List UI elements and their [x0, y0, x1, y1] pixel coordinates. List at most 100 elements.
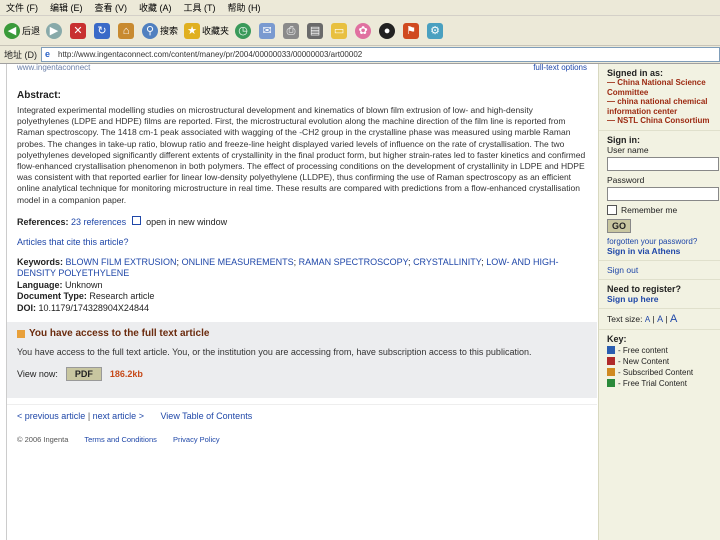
sign-out-panel: Sign out	[599, 261, 720, 280]
tools-button[interactable]: ⚙	[427, 22, 445, 39]
table-of-contents-link[interactable]: View Table of Contents	[160, 411, 252, 421]
back-button[interactable]: ◀ 后退	[4, 22, 41, 39]
stop-icon: ✕	[70, 22, 87, 39]
penguin-icon: ●	[379, 22, 396, 39]
org-item: — china national chemical information ce…	[607, 97, 708, 116]
access-box: You have access to the full text article…	[7, 322, 597, 399]
pdf-size: 186.2kb	[109, 368, 143, 379]
athens-link[interactable]: Sign in via Athens	[607, 246, 713, 256]
key-item: - Free Trial Content	[607, 379, 713, 388]
doi-value: 10.1179/174328904X24844	[38, 302, 149, 313]
previous-article-link[interactable]: < previous article	[17, 411, 85, 421]
full-text-options-link[interactable]: full-text options	[533, 64, 587, 72]
flag-icon: ⚑	[403, 22, 420, 39]
menu-tools[interactable]: 工具 (T)	[184, 1, 216, 14]
favorites-button[interactable]: ★ 收藏夹	[184, 22, 230, 39]
username-input[interactable]	[607, 156, 719, 171]
remember-checkbox[interactable]	[607, 204, 617, 215]
right-sidebar: Signed in as: — China National Science C…	[598, 64, 720, 540]
page-footer: © 2006 Ingenta Terms and Conditions Priv…	[7, 427, 597, 444]
article-metadata: Keywords: BLOWN FILM EXTRUSION; ONLINE M…	[17, 256, 559, 313]
flag-button[interactable]: ⚑	[403, 22, 421, 39]
forgot-password-link[interactable]: forgotten your password?	[607, 237, 713, 246]
sign-out-link[interactable]: Sign out	[607, 265, 713, 275]
text-size-small[interactable]: A	[645, 315, 650, 324]
menu-favorites[interactable]: 收藏 (A)	[139, 1, 172, 14]
article-nav: < previous article | next article > View…	[7, 404, 597, 427]
keyword-link[interactable]: CRYSTALLINITY	[413, 257, 481, 267]
key-icon	[17, 329, 25, 338]
print-button[interactable]: ⎙	[283, 22, 301, 39]
terms-link[interactable]: Terms and Conditions	[84, 435, 157, 444]
articles-that-cite-link[interactable]: Articles that cite this article?	[17, 237, 587, 247]
password-input[interactable]	[607, 186, 719, 201]
menu-view[interactable]: 查看 (V)	[95, 1, 128, 14]
forward-button[interactable]: ▶	[46, 22, 64, 39]
references-row: References: 23 references open in new wi…	[17, 215, 587, 227]
password-label: Password	[607, 174, 645, 185]
org-item: — China National Science Committee	[607, 78, 706, 97]
view-now-label: View now:	[17, 368, 58, 379]
flower-button[interactable]: ✿	[355, 22, 373, 39]
menu-edit[interactable]: 编辑 (E)	[50, 1, 83, 14]
menu-file[interactable]: 文件 (F)	[6, 1, 38, 14]
keywords-label: Keywords:	[17, 256, 64, 267]
tools-icon: ⚙	[427, 22, 444, 39]
new-window-icon	[131, 215, 141, 225]
remember-row: Remember me	[607, 204, 713, 215]
keyword-link[interactable]: RAMAN SPECTROSCOPY	[299, 257, 408, 267]
browser-toolbar: ◀ 后退 ▶ ✕ ↻ ⌂ ⚲ 搜索 ★ 收藏夹 ◷ ✉ ⎙ ▤ ▭ ✿ ● ⚑ …	[0, 16, 720, 46]
back-arrow-icon: ◀	[4, 22, 20, 39]
messenger-button[interactable]: ●	[379, 22, 397, 39]
pdf-button[interactable]: PDF	[65, 366, 102, 381]
access-text: You have access to the full text article…	[17, 347, 532, 358]
back-label: 后退	[22, 26, 41, 36]
references-label: References:	[17, 216, 69, 227]
go-button[interactable]: GO	[607, 218, 632, 233]
subscribed-content-icon	[607, 368, 615, 376]
sign-up-link[interactable]: Sign up here	[607, 294, 713, 304]
header-stub-left: www.ingentaconnect	[17, 64, 91, 72]
text-size-label: Text size:	[607, 313, 643, 324]
search-label: 搜索	[160, 26, 179, 36]
menu-help[interactable]: 帮助 (H)	[228, 1, 261, 14]
edit-button[interactable]: ▤	[307, 22, 325, 39]
signed-in-label: Signed in as:	[607, 68, 664, 78]
privacy-link[interactable]: Privacy Policy	[173, 435, 220, 444]
text-size-medium[interactable]: A	[657, 314, 663, 324]
address-label: 地址 (D)	[4, 50, 37, 60]
doi-label: DOI:	[17, 302, 36, 313]
address-input[interactable]: http://www.ingentaconnect.com/content/ma…	[41, 47, 720, 62]
key-heading: Key:	[607, 333, 627, 344]
text-size-large[interactable]: A	[670, 313, 677, 325]
new-content-icon	[607, 357, 615, 365]
stop-button[interactable]: ✕	[70, 22, 88, 39]
key-item: - Free content	[607, 346, 713, 355]
signed-in-panel: Signed in as: — China National Science C…	[599, 64, 720, 131]
open-new-window-link[interactable]: open in new window	[146, 217, 227, 227]
references-count-link[interactable]: 23 references	[71, 217, 126, 227]
header-stub: www.ingentaconnect full-text options	[7, 64, 597, 74]
keyword-link[interactable]: ONLINE MEASUREMENTS	[182, 257, 294, 267]
menu-bar: 文件 (F) 编辑 (E) 查看 (V) 收藏 (A) 工具 (T) 帮助 (H…	[0, 0, 720, 16]
key-item: - New Content	[607, 357, 713, 366]
doctype-label: Document Type:	[17, 291, 87, 302]
home-icon: ⌂	[118, 22, 135, 39]
free-trial-content-icon	[607, 379, 615, 387]
search-button[interactable]: ⚲ 搜索	[142, 22, 179, 39]
keyword-link[interactable]: BLOWN FILM EXTRUSION	[66, 257, 177, 267]
next-article-link[interactable]: next article >	[93, 411, 144, 421]
abstract-heading: Abstract:	[17, 90, 61, 101]
refresh-button[interactable]: ↻	[94, 22, 112, 39]
address-bar: 地址 (D) http://www.ingentaconnect.com/con…	[0, 46, 720, 64]
copyright: © 2006 Ingenta	[17, 435, 69, 445]
home-button[interactable]: ⌂	[118, 22, 136, 39]
remember-label: Remember me	[621, 204, 678, 215]
history-button[interactable]: ◷	[235, 22, 253, 39]
folder-button[interactable]: ▭	[331, 22, 349, 39]
free-content-icon	[607, 346, 615, 354]
mail-button[interactable]: ✉	[259, 22, 277, 39]
doctype-value: Research article	[89, 291, 155, 302]
org-item: — NSTL China Consortium	[607, 116, 710, 125]
favorites-label: 收藏夹	[202, 26, 230, 36]
